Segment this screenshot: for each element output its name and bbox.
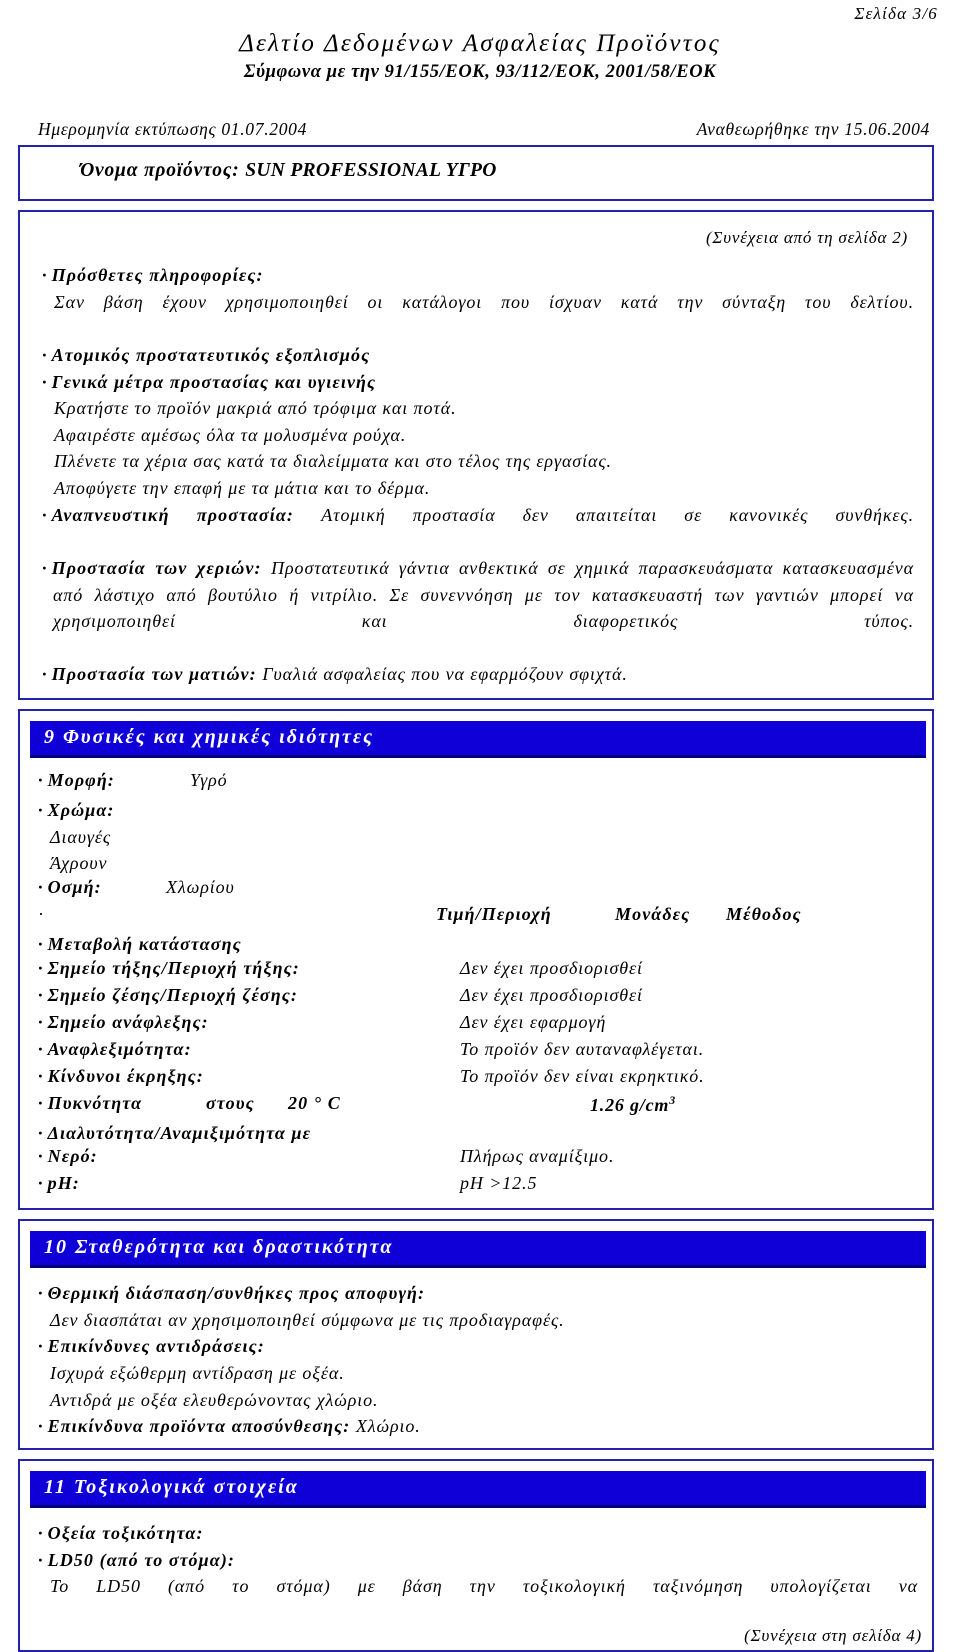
water-solubility-row: Νερό: Πλήρως αναμίξιμο. — [38, 1146, 918, 1173]
product-name-value: SUN PROFESSIONAL ΥΓΡΟ — [245, 160, 497, 181]
density-row: Πυκνότητα στους 20 ° C 1.26 g/cm3 — [38, 1093, 918, 1120]
document-meta: Ημερομηνία εκτύπωσης 01.07.2004 Αναθεωρή… — [0, 119, 960, 145]
flammability-row: Αναφλεξιμότητα: Το προϊόν δεν αυταναφλέγ… — [38, 1039, 918, 1066]
product-name-box: Όνομα προϊόντος: SUN PROFESSIONAL ΥΓΡΟ — [18, 145, 934, 201]
product-name-label: Όνομα προϊόντος: — [80, 160, 240, 181]
column-header-method: Μέθοδος — [726, 903, 802, 924]
hazardous-reactions-heading: Επικίνδυνες αντιδράσεις: — [38, 1333, 918, 1360]
general-measures-line-4: Αποφύγετε την επαφή με τα μάτια και το δ… — [54, 478, 431, 498]
section-11-banner: 11 Τοξικολογικά στοιχεία — [30, 1470, 926, 1508]
flammability-label: Αναφλεξιμότητα: — [38, 1039, 192, 1060]
state-change-heading: Μεταβολή κατάστασης — [38, 931, 918, 958]
form-label: Μορφή: — [38, 770, 115, 791]
odor-row: Οσμή: Χλωρίου — [38, 877, 918, 904]
flammability-value: Το προϊόν δεν αυταναφλέγεται. — [460, 1038, 705, 1059]
eye-protection-label: Προστασία των ματιών: — [51, 664, 257, 685]
respiratory-protection-value: Ατομική προστασία δεν απαιτείται σε κανο… — [321, 504, 914, 525]
melting-point-label: Σημείο τήξης/Περιοχή τήξης: — [38, 958, 300, 979]
flash-point-value: Δεν έχει εφαρμογή — [460, 1011, 607, 1032]
continuation-to-next: (Συνέχεια στη σελίδα 4) — [744, 1626, 922, 1646]
additional-info-text: Σαν βάση έχουν χρησιμοποιηθεί οι κατάλογ… — [54, 291, 914, 312]
properties-column-header: · Τιμή/Περιοχή Μονάδες Μέθοδος — [38, 904, 918, 931]
section-personal-protection: (Συνέχεια από τη σελίδα 2) Πρόσθετες πλη… — [18, 210, 934, 700]
product-name-line: Όνομα προϊόντος: SUN PROFESSIONAL ΥΓΡΟ — [80, 160, 497, 182]
density-value: 1.26 g/cm3 — [590, 1093, 676, 1116]
section-9-banner: 9 Φυσικές και χημικές ιδιότητες — [30, 721, 926, 758]
melting-point-row: Σημείο τήξης/Περιοχή τήξης: Δεν έχει προ… — [38, 958, 918, 985]
explosion-hazard-row: Κίνδυνοι έκρηξης: Το προϊόν δεν είναι εκ… — [38, 1066, 918, 1093]
section-9-body: Μορφή: Υγρό Χρώμα: Διαυγές Άχρουν Οσμή: … — [20, 770, 932, 1208]
acute-toxicity-heading: Οξεία τοξικότητα: — [38, 1520, 918, 1547]
decomposition-products-label: Επικίνδυνα προϊόντα αποσύνθεσης: — [47, 1416, 351, 1437]
general-measures-heading: Γενικά μέτρα προστασίας και υγιεινής — [42, 369, 914, 396]
general-measures-line-1: Κρατήστε το προϊόν μακριά από τρόφιμα κα… — [54, 398, 457, 419]
water-value: Πλήρως αναμίξιμο. — [460, 1146, 615, 1167]
ph-row: pH: pH >12.5 — [38, 1173, 918, 1200]
revision-date: Αναθεωρήθηκε την 15.06.2004 — [696, 119, 930, 139]
eye-protection-row: Προστασία των ματιών: Γυαλιά ασφαλείας π… — [42, 661, 914, 688]
decomposition-products-value: Χλώριο. — [355, 1416, 421, 1437]
hazardous-reactions-line-1: Ισχυρά εξώθερμη αντίδραση με οξέα. — [50, 1363, 345, 1383]
eye-protection-value: Γυαλιά ασφαλείας που να εφαρμόζουν σφιχτ… — [262, 664, 628, 685]
odor-value: Χλωρίου — [166, 876, 235, 897]
density-unit-exponent: 3 — [669, 1092, 676, 1107]
document-title: Δελτίο Δεδομένων Ασφαλείας Προϊόντος — [239, 30, 721, 57]
flash-point-row: Σημείο ανάφλεξης: Δεν έχει εφαρμογή — [38, 1012, 918, 1039]
hand-protection-row: Προστασία των χεριών: Προστατευτικά γάντ… — [42, 555, 914, 662]
form-value: Υγρό — [190, 770, 228, 790]
color-value-2: Άχρουν — [50, 853, 108, 874]
section-10-banner: 10 Σταθερότητα και δραστικότητα — [30, 1231, 926, 1269]
explosion-hazard-label: Κίνδυνοι έκρηξης: — [38, 1066, 204, 1087]
boiling-point-label: Σημείο ζέσης/Περιοχή ζέσης: — [38, 985, 298, 1006]
hand-protection-label: Προστασία των χεριών: — [51, 557, 262, 578]
density-value-number: 1.26 g/cm — [590, 1094, 670, 1115]
thermal-decomposition-text: Δεν διασπάται αν χρησιμοποιηθεί σύμφωνα … — [50, 1309, 565, 1330]
section-9-box: 9 Φυσικές και χημικές ιδιότητες Μορφή: Υ… — [18, 709, 934, 1211]
solubility-heading: Διαλυτότητα/Αναμιξιμότητα με — [38, 1120, 918, 1147]
document-page: Σελίδα 3/6 Δελτίο Δεδομένων Ασφαλείας Πρ… — [0, 0, 960, 1652]
color-value-1: Διαυγές — [50, 826, 112, 847]
respiratory-protection-label: Αναπνευστική προστασία: — [51, 504, 294, 525]
section-10-body: Θερμική διάσπαση/συνθήκες προς αποφυγή: … — [20, 1280, 932, 1448]
ph-value: pH >12.5 — [460, 1173, 538, 1194]
boiling-point-value: Δεν έχει προσδιορισθεί — [460, 984, 643, 1005]
boiling-point-row: Σημείο ζέσης/Περιοχή ζέσης: Δεν έχει προ… — [38, 985, 918, 1012]
continuation-from-previous: (Συνέχεια από τη σελίδα 2) — [705, 228, 908, 247]
general-measures-line-3: Πλένετε τα χέρια σας κατά τα διαλείμματα… — [54, 451, 612, 472]
density-at-label: στους — [206, 1092, 255, 1113]
document-subtitle: Σύμφωνα με την 91/155/ΕΟΚ, 93/112/ΕΟΚ, 2… — [243, 62, 717, 82]
odor-label: Οσμή: — [38, 877, 102, 898]
ld50-text: Το LD50 (από το στόμα) με βάση την τοξικ… — [50, 1576, 918, 1597]
page-number: Σελίδα 3/6 — [854, 4, 938, 23]
water-label: Νερό: — [38, 1146, 98, 1167]
explosion-hazard-value: Το προϊόν δεν είναι εκρηκτικό. — [460, 1065, 705, 1086]
density-temperature: 20 ° C — [288, 1092, 341, 1113]
additional-info-heading: Πρόσθετες πληροφορίες: — [42, 262, 914, 289]
ppe-heading: Ατομικός προστατευτικός εξοπλισμός — [42, 342, 914, 369]
bullet-marker: · — [38, 903, 44, 924]
melting-point-value: Δεν έχει προσδιορισθεί — [460, 957, 643, 978]
thermal-decomposition-heading: Θερμική διάσπαση/συνθήκες προς αποφυγή: — [38, 1280, 918, 1307]
color-label: Χρώμα: — [38, 797, 918, 824]
print-date: Ημερομηνία εκτύπωσης 01.07.2004 — [38, 119, 308, 139]
hazardous-reactions-line-2: Αντιδρά με οξέα ελευθερώνοντας χλώριο. — [50, 1389, 379, 1410]
flash-point-label: Σημείο ανάφλεξης: — [38, 1012, 209, 1033]
ld50-heading: LD50 (από το στόμα): — [38, 1547, 918, 1574]
form-row: Μορφή: Υγρό — [38, 770, 918, 797]
ppe-body: Πρόσθετες πληροφορίες: Σαν βάση έχουν χρ… — [34, 262, 918, 688]
ph-label: pH: — [38, 1173, 80, 1194]
respiratory-protection-row: Αναπνευστική προστασία: Ατομική προστασί… — [42, 502, 914, 555]
column-header-value-range: Τιμή/Περιοχή — [436, 903, 552, 924]
column-header-units: Μονάδες — [615, 903, 691, 924]
section-10-box: 10 Σταθερότητα και δραστικότητα Θερμική … — [18, 1219, 934, 1450]
section-11-body: Οξεία τοξικότητα: LD50 (από το στόμα): Τ… — [20, 1520, 932, 1627]
decomposition-products-row: Επικίνδυνα προϊόντα αποσύνθεσης: Χλώριο. — [38, 1413, 918, 1440]
general-measures-line-2: Αφαιρέστε αμέσως όλα τα μολυσμένα ρούχα. — [54, 424, 407, 445]
section-11-box: 11 Τοξικολογικά στοιχεία Οξεία τοξικότητ… — [18, 1458, 934, 1652]
density-label: Πυκνότητα — [38, 1093, 142, 1114]
